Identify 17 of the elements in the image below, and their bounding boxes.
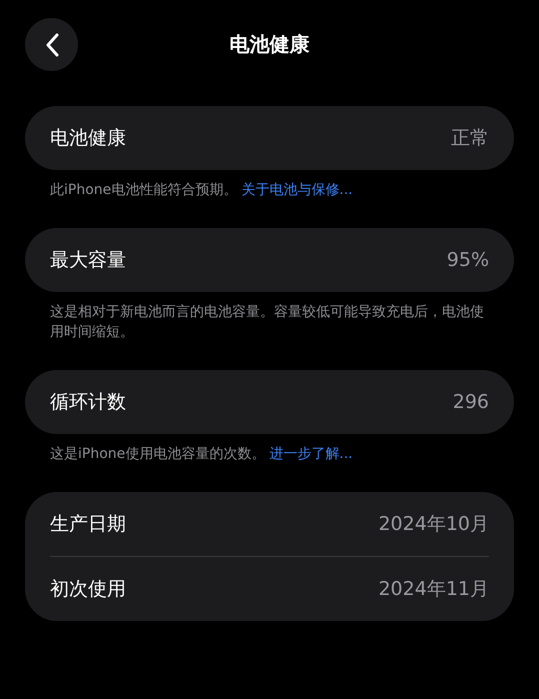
- row-value: 95%: [446, 249, 489, 271]
- page-title: 电池健康: [230, 31, 310, 58]
- row-label: 电池健康: [50, 126, 126, 151]
- row-label: 初次使用: [50, 577, 126, 602]
- footnote-text: 这是iPhone使用电池容量的次数。 进一步了解...: [50, 445, 354, 464]
- footnote-text: 此iPhone电池性能符合预期。 关于电池与保修...: [50, 181, 354, 200]
- row-label: 生产日期: [50, 512, 126, 537]
- row-value: 正常: [451, 126, 489, 151]
- row-value: 2024年10月: [378, 512, 489, 537]
- learn-more-link[interactable]: 关于电池与保修...: [241, 182, 353, 198]
- back-chevron-icon: [44, 32, 58, 56]
- footnote-text: 这是相对于新电池而言的电池容量。容量较低可能导致充电后，电池使用时间缩短。: [50, 303, 485, 342]
- row-label: 最大容量: [50, 248, 126, 273]
- row-value: 2024年11月: [378, 577, 489, 602]
- row-label: 循环计数: [50, 390, 126, 415]
- row-value: 296: [452, 391, 489, 413]
- learn-more-link[interactable]: 进一步了解...: [269, 446, 353, 462]
